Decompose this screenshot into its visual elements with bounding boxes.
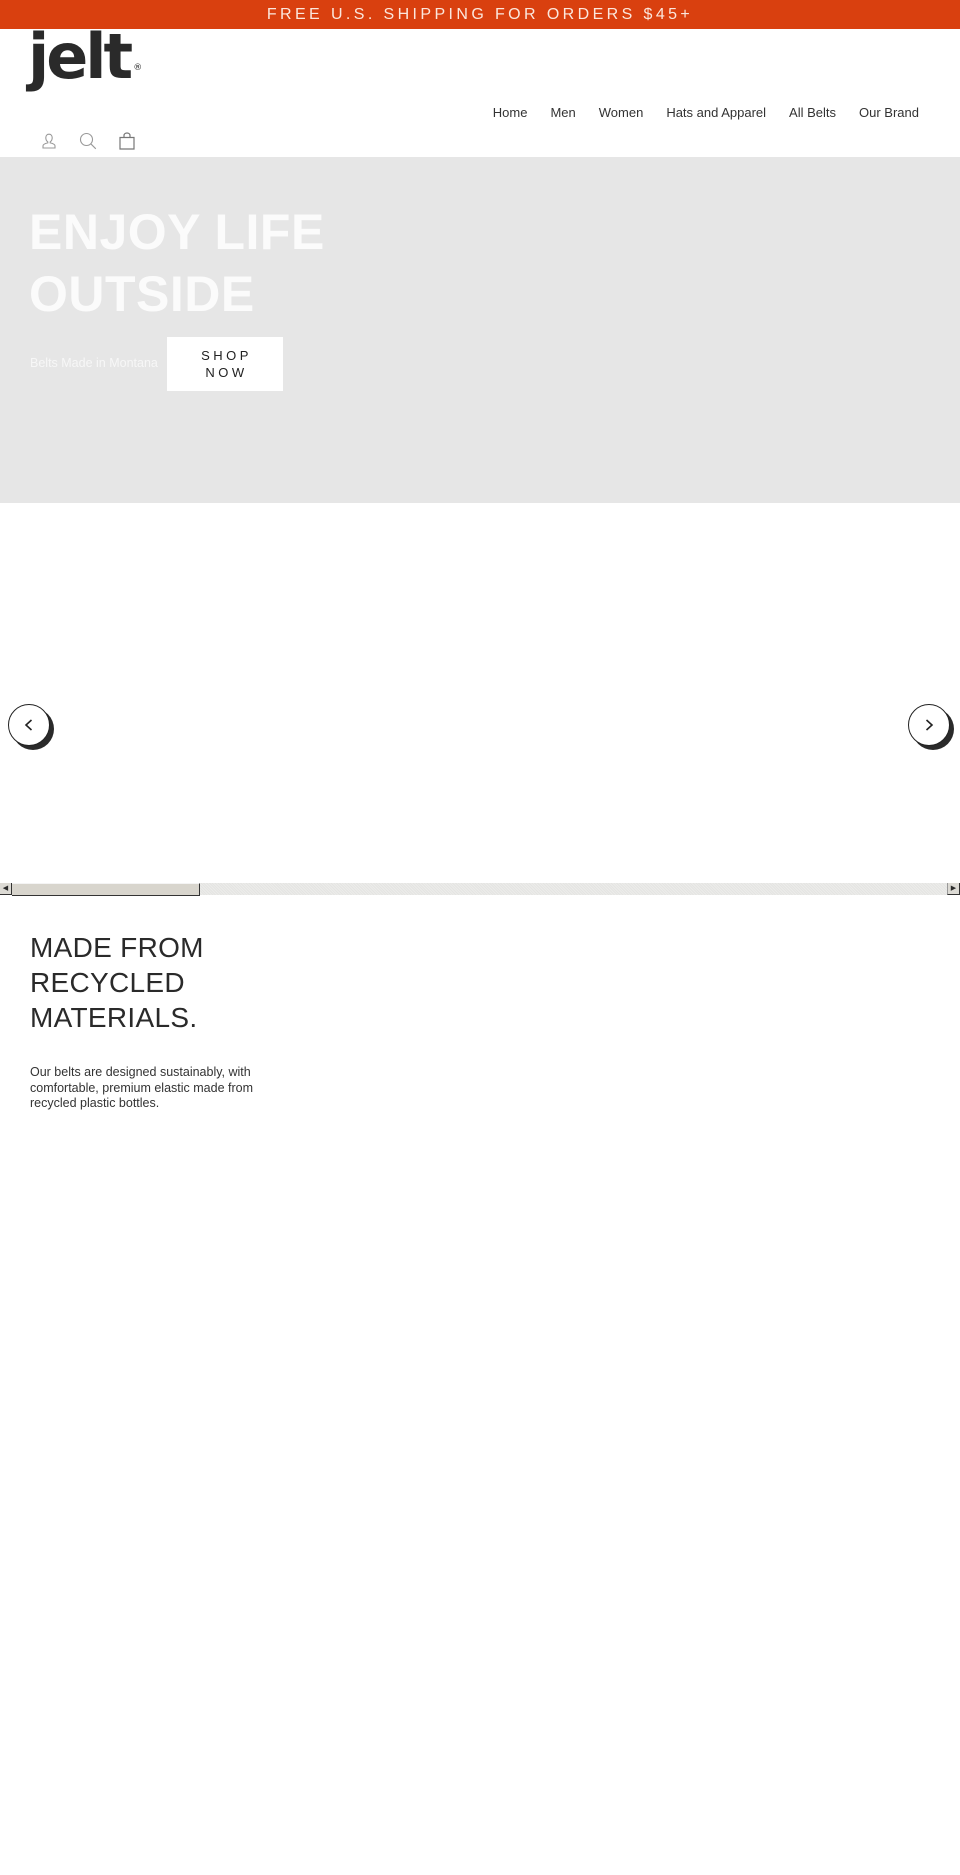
logo-text: jelt xyxy=(28,20,133,93)
scroll-left-button[interactable]: ◀ xyxy=(0,883,12,895)
carousel-prev-button[interactable] xyxy=(8,704,50,746)
chevron-right-icon xyxy=(925,719,934,731)
carousel-scrollbar[interactable]: ◀ ▶ xyxy=(0,883,960,896)
scroll-right-button[interactable]: ▶ xyxy=(947,883,960,895)
search-icon[interactable] xyxy=(79,132,97,150)
nav-our-brand[interactable]: Our Brand xyxy=(859,104,919,122)
shop-now-button[interactable]: SHOP NOW xyxy=(167,337,283,391)
hero-title-line1: ENJOY LIFE xyxy=(29,204,325,260)
feature-body: Our belts are designed sustainably, with… xyxy=(30,1065,253,1111)
shop-now-line2: NOW xyxy=(205,365,248,380)
main-nav: Home Men Women Hats and Apparel All Belt… xyxy=(470,104,919,122)
nav-women[interactable]: Women xyxy=(599,104,644,122)
announcement-bar: FREE U.S. SHIPPING FOR ORDERS $45+ xyxy=(0,0,960,29)
feature-heading-line2: RECYCLED xyxy=(30,967,185,998)
feature-heading-line3: MATERIALS. xyxy=(30,1002,198,1033)
product-carousel: ◀ ▶ xyxy=(0,503,960,896)
carousel-next-button[interactable] xyxy=(908,704,950,746)
hero-title: ENJOY LIFE OUTSIDE xyxy=(29,201,429,325)
hero-subtitle: Belts Made in Montana xyxy=(30,356,158,370)
recycled-materials-section: MADE FROM RECYCLED MATERIALS. Our belts … xyxy=(30,930,300,1112)
nav-all-belts[interactable]: All Belts xyxy=(789,104,836,122)
hero-title-line2: OUTSIDE xyxy=(29,266,255,322)
nav-hats-and-apparel[interactable]: Hats and Apparel xyxy=(666,104,766,122)
cart-icon[interactable] xyxy=(118,132,136,150)
hero-banner: ENJOY LIFE OUTSIDE Belts Made in Montana… xyxy=(0,157,960,503)
announcement-text: FREE U.S. SHIPPING FOR ORDERS $45+ xyxy=(266,6,694,23)
header-icons xyxy=(40,132,157,150)
scrollbar-thumb[interactable] xyxy=(12,883,200,896)
chevron-left-icon xyxy=(24,719,33,731)
registered-mark: ® xyxy=(133,63,143,73)
nav-home[interactable]: Home xyxy=(493,104,528,122)
feature-heading-line1: MADE FROM xyxy=(30,932,204,963)
logo[interactable]: jelt ® xyxy=(28,26,142,88)
nav-men[interactable]: Men xyxy=(550,104,575,122)
account-icon[interactable] xyxy=(40,132,58,150)
shop-now-line1: SHOP xyxy=(201,348,252,363)
feature-heading: MADE FROM RECYCLED MATERIALS. xyxy=(30,930,300,1035)
